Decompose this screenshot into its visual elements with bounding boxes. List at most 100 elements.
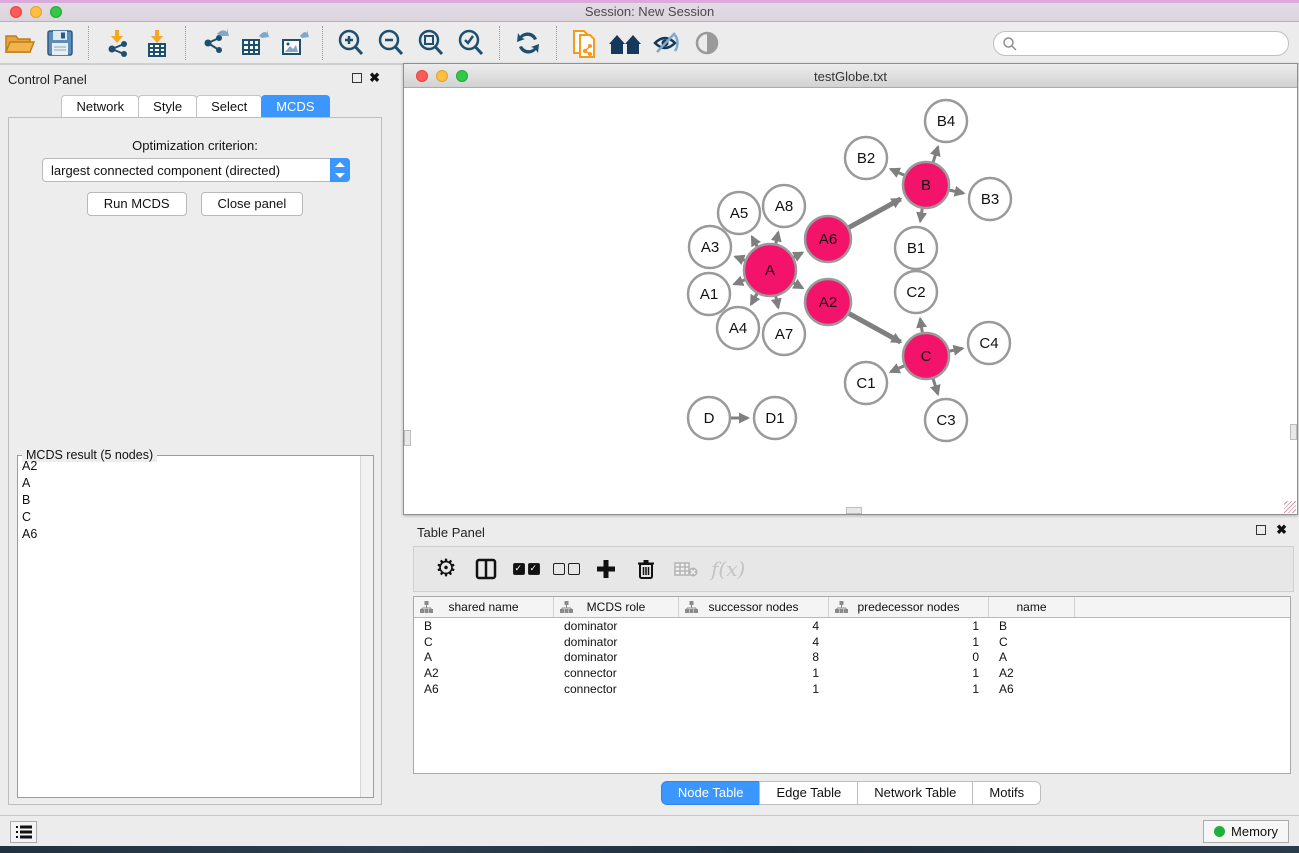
- save-session-button[interactable]: [42, 25, 78, 61]
- search-input[interactable]: [1018, 34, 1288, 54]
- graph-node-C3[interactable]: C3: [925, 399, 967, 441]
- tab-network-table[interactable]: Network Table: [857, 781, 973, 805]
- graph-node-A[interactable]: A: [744, 244, 796, 296]
- graph-node-C[interactable]: C: [903, 333, 949, 379]
- table-row-A[interactable]: Adominator80A: [414, 650, 1290, 666]
- network-window-titlebar[interactable]: testGlobe.txt: [404, 64, 1297, 88]
- table-row-B[interactable]: Bdominator41B: [414, 618, 1290, 634]
- hide-selected-button[interactable]: [649, 25, 685, 61]
- show-column-button[interactable]: [471, 552, 501, 586]
- edge-A-A8[interactable]: [776, 232, 778, 243]
- add-button[interactable]: [591, 552, 621, 586]
- column-header-predecessor-nodes[interactable]: predecessor nodes: [829, 597, 989, 617]
- graph-node-A6[interactable]: A6: [805, 216, 851, 262]
- table-row-C[interactable]: Cdominator41C: [414, 634, 1290, 650]
- export-image-button[interactable]: [276, 25, 312, 61]
- edge-A-A4[interactable]: [751, 294, 757, 305]
- float-panel-button[interactable]: [352, 73, 362, 83]
- tab-node-table[interactable]: Node Table: [661, 781, 761, 805]
- tab-motifs[interactable]: Motifs: [972, 781, 1041, 805]
- tab-network[interactable]: Network: [61, 95, 139, 118]
- edge-A6-B[interactable]: [849, 199, 901, 227]
- column-header-MCDS-role[interactable]: MCDS role: [554, 597, 679, 617]
- table-row-A6[interactable]: A6connector11A6: [414, 681, 1290, 697]
- zoom-selected-button[interactable]: [453, 25, 489, 61]
- tab-mcds[interactable]: MCDS: [261, 95, 329, 118]
- select-all-button[interactable]: [511, 552, 541, 586]
- result-item-C[interactable]: C: [18, 509, 360, 526]
- edge-A-A6[interactable]: [794, 253, 803, 258]
- graph-node-B1[interactable]: B1: [895, 227, 937, 269]
- tab-style[interactable]: Style: [138, 95, 197, 118]
- export-table-button[interactable]: [236, 25, 272, 61]
- export-network-button[interactable]: [196, 25, 232, 61]
- open-session-button[interactable]: [2, 25, 38, 61]
- edge-A-A7[interactable]: [776, 296, 778, 307]
- first-neighbors-button[interactable]: [607, 25, 645, 61]
- edge-A-A1[interactable]: [734, 280, 745, 284]
- search-field[interactable]: [993, 31, 1289, 56]
- edge-C-C3[interactable]: [933, 379, 938, 394]
- close-panel-button-2[interactable]: Close panel: [201, 192, 304, 216]
- column-header-name[interactable]: name: [989, 597, 1075, 617]
- table-float-button[interactable]: [1256, 525, 1266, 535]
- graph-node-D1[interactable]: D1: [754, 397, 796, 439]
- criterion-dropdown[interactable]: largest connected component (directed): [42, 158, 350, 182]
- graph-node-A2[interactable]: A2: [805, 279, 851, 325]
- graph-node-B4[interactable]: B4: [925, 100, 967, 142]
- tab-edge-table[interactable]: Edge Table: [759, 781, 858, 805]
- edge-C-C2[interactable]: [920, 319, 922, 333]
- import-network-button[interactable]: [99, 25, 135, 61]
- graph-node-D[interactable]: D: [688, 397, 730, 439]
- delete-button[interactable]: [631, 552, 661, 586]
- result-scrollbar[interactable]: [360, 456, 373, 797]
- right-scroll-handle[interactable]: [1290, 424, 1297, 440]
- bottom-scroll-handle[interactable]: [846, 507, 862, 514]
- graph-node-C1[interactable]: C1: [845, 362, 887, 404]
- edge-A-A3[interactable]: [735, 257, 745, 261]
- network-canvas[interactable]: B4B2BB3A5A8A6A3B1AA1C2A2A4A7C4CC1DD1C3: [404, 89, 1297, 514]
- edge-A2-C[interactable]: [849, 314, 901, 342]
- graph-node-B3[interactable]: B3: [969, 178, 1011, 220]
- resize-grip-icon[interactable]: [1284, 501, 1296, 513]
- delete-table-button[interactable]: [671, 552, 701, 586]
- memory-button[interactable]: Memory: [1203, 820, 1289, 843]
- graph-node-A8[interactable]: A8: [763, 185, 805, 227]
- result-item-A[interactable]: A: [18, 475, 360, 492]
- show-all-button[interactable]: [689, 25, 725, 61]
- table-close-button[interactable]: ✖: [1276, 522, 1287, 538]
- close-panel-button[interactable]: ✖: [369, 70, 380, 86]
- edge-B-B4[interactable]: [933, 147, 938, 162]
- graph-node-A1[interactable]: A1: [688, 273, 730, 315]
- graph-node-A4[interactable]: A4: [717, 307, 759, 349]
- edge-B-B2[interactable]: [891, 169, 904, 175]
- result-item-A2[interactable]: A2: [18, 458, 360, 475]
- apply-layout-button[interactable]: [510, 25, 546, 61]
- edge-B-B1[interactable]: [920, 209, 922, 222]
- import-table-button[interactable]: [139, 25, 175, 61]
- result-item-B[interactable]: B: [18, 492, 360, 509]
- edge-C-C1[interactable]: [891, 366, 904, 372]
- run-mcds-button[interactable]: Run MCDS: [87, 192, 187, 216]
- graph-node-B[interactable]: B: [903, 162, 949, 208]
- unselect-all-button[interactable]: [551, 552, 581, 586]
- graph-node-A7[interactable]: A7: [763, 313, 805, 355]
- tab-select[interactable]: Select: [196, 95, 262, 118]
- zoom-in-button[interactable]: [333, 25, 369, 61]
- table-row-A2[interactable]: A2connector11A2: [414, 665, 1290, 681]
- settings-gear-button[interactable]: ⚙: [431, 552, 461, 586]
- column-header-successor-nodes[interactable]: successor nodes: [679, 597, 829, 617]
- graph-node-C2[interactable]: C2: [895, 271, 937, 313]
- column-header-shared-name[interactable]: shared name: [414, 597, 554, 617]
- function-builder-button[interactable]: f(x): [711, 552, 745, 586]
- result-item-A6[interactable]: A6: [18, 526, 360, 543]
- task-history-button[interactable]: [10, 821, 37, 843]
- edge-B-B3[interactable]: [949, 190, 963, 193]
- edge-A-A2[interactable]: [794, 283, 803, 288]
- graph-node-A3[interactable]: A3: [689, 226, 731, 268]
- edge-C-C4[interactable]: [950, 348, 963, 351]
- clone-network-button[interactable]: [567, 25, 603, 61]
- zoom-fit-button[interactable]: [413, 25, 449, 61]
- graph-node-C4[interactable]: C4: [968, 322, 1010, 364]
- edge-A-A5[interactable]: [752, 237, 757, 247]
